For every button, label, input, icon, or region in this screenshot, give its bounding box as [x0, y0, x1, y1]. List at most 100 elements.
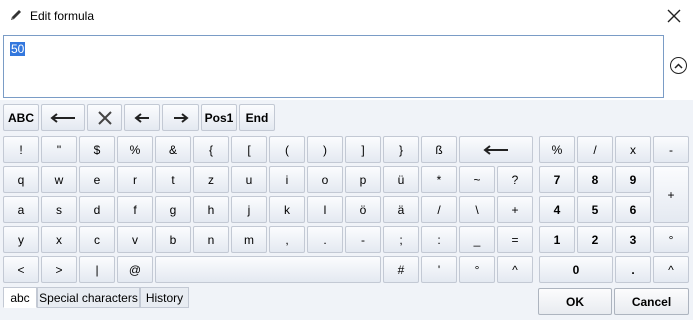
- key-r0-4[interactable]: &: [155, 136, 191, 163]
- key-r2-10[interactable]: ä: [383, 196, 419, 223]
- key-r1-1[interactable]: w: [41, 166, 77, 193]
- key-r2-6[interactable]: j: [231, 196, 267, 223]
- key-r3-7[interactable]: ,: [269, 226, 305, 253]
- numpad-key-r3-2[interactable]: 3: [615, 226, 651, 253]
- key-r0-1[interactable]: ": [41, 136, 77, 163]
- numpad-key-r0-2[interactable]: x: [615, 136, 651, 163]
- key-r3-12[interactable]: _: [459, 226, 495, 253]
- key-r3-0[interactable]: y: [3, 226, 39, 253]
- key-r0-2[interactable]: $: [79, 136, 115, 163]
- key-r2-2[interactable]: d: [79, 196, 115, 223]
- collapse-keyboard-button[interactable]: [670, 57, 687, 74]
- key-r1-3[interactable]: r: [117, 166, 153, 193]
- numpad-key-r3-1[interactable]: 2: [577, 226, 613, 253]
- numpad-key-zero[interactable]: 0: [539, 256, 613, 283]
- key-r1-6[interactable]: u: [231, 166, 267, 193]
- cursor-right-button[interactable]: [162, 104, 199, 131]
- key-r2-7[interactable]: k: [269, 196, 305, 223]
- key-r2-13[interactable]: +: [497, 196, 533, 223]
- key-r0-7[interactable]: (: [269, 136, 305, 163]
- key-r1-12[interactable]: ~: [459, 166, 495, 193]
- key-r2-5[interactable]: h: [193, 196, 229, 223]
- key-r3-6[interactable]: m: [231, 226, 267, 253]
- key-r1-8[interactable]: o: [307, 166, 343, 193]
- close-button[interactable]: [664, 6, 684, 26]
- numpad-key-r2-2[interactable]: 6: [615, 196, 651, 223]
- key-r0-8[interactable]: ): [307, 136, 343, 163]
- key-r3-10[interactable]: ;: [383, 226, 419, 253]
- key-r1-2[interactable]: e: [79, 166, 115, 193]
- ok-button[interactable]: OK: [538, 288, 612, 315]
- key-r0-3[interactable]: %: [117, 136, 153, 163]
- key-r4a-1[interactable]: >: [41, 256, 77, 283]
- key-r3-3[interactable]: v: [117, 226, 153, 253]
- numpad-key-r0-0[interactable]: %: [539, 136, 575, 163]
- key-r2-0[interactable]: a: [3, 196, 39, 223]
- key-r4a-2[interactable]: |: [79, 256, 115, 283]
- clear-button[interactable]: [87, 104, 122, 131]
- key-r0-0[interactable]: !: [3, 136, 39, 163]
- cursor-left-button[interactable]: [124, 104, 160, 131]
- key-r3-1[interactable]: x: [41, 226, 77, 253]
- key-r2-4[interactable]: g: [155, 196, 191, 223]
- title-bar: Edit formula: [0, 0, 693, 32]
- numpad-key-r1-0[interactable]: 7: [539, 166, 575, 193]
- numpad-key-caret[interactable]: ^: [653, 256, 689, 283]
- tab-special-characters[interactable]: Special characters: [37, 287, 140, 308]
- key-r1-7[interactable]: i: [269, 166, 305, 193]
- key-r3-8-label: .: [323, 232, 327, 247]
- key-r0-5[interactable]: {: [193, 136, 229, 163]
- backspace-button[interactable]: [41, 104, 85, 131]
- key-r1-10[interactable]: ü: [383, 166, 419, 193]
- key-r1-13[interactable]: ?: [497, 166, 533, 193]
- key-r3-13[interactable]: =: [497, 226, 533, 253]
- key-r3-2[interactable]: c: [79, 226, 115, 253]
- key-r3-8[interactable]: .: [307, 226, 343, 253]
- key-r2-9[interactable]: ö: [345, 196, 381, 223]
- formula-input[interactable]: 50: [3, 35, 664, 98]
- key-r2-3[interactable]: f: [117, 196, 153, 223]
- numpad-key-r0-1[interactable]: /: [577, 136, 613, 163]
- numpad-key-r1-2[interactable]: 9: [615, 166, 651, 193]
- key-r4b-0[interactable]: #: [383, 256, 419, 283]
- numpad-key-r3-0[interactable]: 1: [539, 226, 575, 253]
- key-r3-9[interactable]: -: [345, 226, 381, 253]
- key-r1-9[interactable]: p: [345, 166, 381, 193]
- numpad-key-r1-0-label: 7: [553, 172, 561, 187]
- space-key[interactable]: [155, 256, 381, 283]
- numpad-key-r0-3[interactable]: -: [653, 136, 689, 163]
- key-r4b-3[interactable]: ^: [497, 256, 533, 283]
- key-r0-6[interactable]: [: [231, 136, 267, 163]
- key-r4a-3[interactable]: @: [117, 256, 153, 283]
- tab-history[interactable]: History: [140, 287, 189, 308]
- key-r2-8[interactable]: l: [307, 196, 343, 223]
- tab-abc[interactable]: abc: [3, 287, 37, 308]
- key-r4a-0[interactable]: <: [3, 256, 39, 283]
- numpad-key-r2-1[interactable]: 5: [577, 196, 613, 223]
- numpad-key-r2-0[interactable]: 4: [539, 196, 575, 223]
- key-r3-11[interactable]: :: [421, 226, 457, 253]
- key-r1-11[interactable]: *: [421, 166, 457, 193]
- key-r2-12[interactable]: \: [459, 196, 495, 223]
- end-button[interactable]: End: [239, 104, 275, 131]
- key-r1-5[interactable]: z: [193, 166, 229, 193]
- backspace-key[interactable]: [459, 136, 533, 163]
- key-r4b-2[interactable]: °: [459, 256, 495, 283]
- key-r2-1[interactable]: s: [41, 196, 77, 223]
- key-r3-5[interactable]: n: [193, 226, 229, 253]
- abc-toggle-button[interactable]: ABC: [3, 104, 39, 131]
- key-r2-11[interactable]: /: [421, 196, 457, 223]
- key-r4b-1[interactable]: ': [421, 256, 457, 283]
- key-r0-10[interactable]: }: [383, 136, 419, 163]
- numpad-key-r1-1[interactable]: 8: [577, 166, 613, 193]
- key-r0-11[interactable]: ß: [421, 136, 457, 163]
- key-r3-4[interactable]: b: [155, 226, 191, 253]
- cancel-button[interactable]: Cancel: [614, 288, 689, 315]
- numpad-key-dot[interactable]: .: [615, 256, 651, 283]
- numpad-key-r3-3[interactable]: °: [653, 226, 689, 253]
- numpad-key-plus[interactable]: +: [653, 166, 689, 223]
- pos1-button[interactable]: Pos1: [201, 104, 237, 131]
- key-r0-9[interactable]: ]: [345, 136, 381, 163]
- key-r1-0[interactable]: q: [3, 166, 39, 193]
- key-r1-4[interactable]: t: [155, 166, 191, 193]
